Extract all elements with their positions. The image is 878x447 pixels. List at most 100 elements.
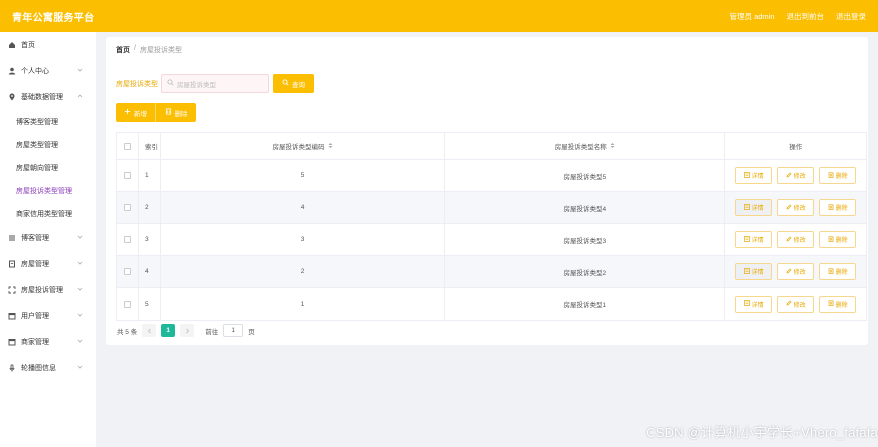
batch-delete-button[interactable]: 删除 [156, 103, 196, 122]
detail-button[interactable]: 详情 [735, 167, 773, 184]
detail-button[interactable]: 详情 [735, 263, 773, 280]
sidebar-item-house-complaint[interactable]: 房屋投诉管理 [0, 277, 96, 303]
sidebar-item-blog[interactable]: 博客管理 [0, 225, 96, 251]
delete-button[interactable]: 删除 [819, 199, 857, 216]
sidebar-item-basic-data[interactable]: 基础数据管理 [0, 84, 96, 110]
sidebar-item-label: 首页 [21, 42, 35, 49]
edit-icon [786, 300, 792, 308]
edit-button[interactable]: 修改 [777, 167, 815, 184]
delete-button[interactable]: 删除 [819, 167, 857, 184]
cell-name: 房屋投诉类型3 [445, 224, 726, 255]
top-bar: 青年公寓服务平台 管理员 admin 退出到前台 退出登录 [0, 0, 878, 32]
row-checkbox[interactable] [123, 300, 131, 308]
header-ops: 操作 [789, 144, 803, 151]
main-panel: 首页 / 房屋投诉类型 房屋投诉类型 房屋投诉类型 查询 新增 删除 索引 房屋… [106, 37, 868, 345]
exit-to-frontend-link[interactable]: 退出到前台 [787, 11, 825, 22]
sort-icon[interactable] [610, 142, 615, 151]
table-row: 5 1 房屋投诉类型1 详情 修改 删除 [117, 288, 866, 320]
sidebar-item-merchants[interactable]: 商家管理 [0, 329, 96, 355]
row-checkbox-cell [117, 224, 139, 255]
detail-icon [743, 235, 750, 244]
app-title: 青年公寓服务平台 [12, 12, 95, 24]
trash-icon [828, 267, 834, 276]
prev-page-button[interactable] [142, 324, 157, 337]
top-nav: 管理员 admin 退出到前台 退出登录 [729, 11, 866, 22]
row-checkbox[interactable] [123, 172, 131, 179]
row-checkbox[interactable] [123, 236, 131, 243]
delete-button[interactable]: 删除 [819, 295, 857, 313]
header-name[interactable]: 房屋投诉类型名称 [445, 133, 726, 159]
location-icon [8, 93, 16, 101]
submenu-complaint-type[interactable]: 房屋投诉类型管理 [0, 179, 96, 202]
chevron-down-icon [76, 259, 84, 267]
cell-index: 5 [139, 288, 161, 320]
delete-button[interactable]: 删除 [819, 263, 857, 280]
delete-label: 删除 [835, 174, 848, 180]
cell-code: 1 [161, 288, 446, 320]
total-count: 共 5 条 [117, 328, 138, 336]
logout-link[interactable]: 退出登录 [836, 11, 866, 22]
breadcrumb-current: 房屋投诉类型 [139, 47, 182, 54]
cell-index: 2 [139, 192, 161, 223]
detail-button[interactable]: 详情 [735, 199, 773, 216]
header-index: 索引 [139, 133, 161, 159]
submenu-merchant-credit-type[interactable]: 商家信用类型管理 [0, 202, 96, 225]
trash-icon [828, 171, 834, 180]
detail-label: 详情 [751, 270, 764, 276]
row-checkbox[interactable] [123, 204, 131, 211]
sidebar-item-personal-center[interactable]: 个人中心 [0, 58, 96, 84]
cell-index: 3 [139, 224, 161, 255]
edit-icon [786, 172, 792, 180]
breadcrumb-home[interactable]: 首页 [116, 45, 130, 55]
row-checkbox-cell [117, 160, 139, 191]
cell-ops: 详情 修改 删除 [725, 288, 866, 320]
sidebar-item-house[interactable]: 房屋管理 [0, 251, 96, 277]
current-user-label: 管理员 admin [729, 11, 775, 21]
sort-icon[interactable] [328, 142, 333, 151]
edit-button[interactable]: 修改 [777, 295, 815, 313]
row-checkbox-cell [117, 288, 139, 320]
edit-button[interactable]: 修改 [777, 263, 815, 280]
table-row: 3 3 房屋投诉类型3 详情 修改 删除 [117, 224, 866, 256]
table-row: 2 4 房屋投诉类型4 详情 修改 删除 [117, 192, 866, 224]
goto-page-input[interactable]: 1 [223, 324, 244, 337]
submenu-house-orientation[interactable]: 房屋朝向管理 [0, 156, 96, 179]
header-code[interactable]: 房屋投诉类型编码 [161, 133, 446, 159]
sidebar-item-carousel[interactable]: 轮播图信息 [0, 355, 96, 381]
select-all-checkbox[interactable] [123, 142, 131, 150]
search-form: 房屋投诉类型 房屋投诉类型 查询 [116, 74, 314, 93]
edit-icon [786, 204, 792, 212]
home-icon [8, 41, 16, 49]
chevron-down-icon [76, 233, 84, 241]
cell-index: 1 [139, 160, 161, 191]
search-input[interactable]: 房屋投诉类型 [161, 74, 269, 93]
submenu-blog-type[interactable]: 博客类型管理 [0, 110, 96, 133]
folder-icon [8, 338, 16, 346]
header-code-label: 房屋投诉类型编码 [272, 144, 325, 151]
sidebar-item-users[interactable]: 用户管理 [0, 303, 96, 329]
detail-button[interactable]: 详情 [735, 295, 773, 313]
cell-name: 房屋投诉类型5 [445, 160, 726, 191]
detail-label: 详情 [751, 174, 764, 180]
search-button[interactable]: 查询 [273, 74, 314, 93]
row-checkbox[interactable] [123, 268, 131, 275]
edit-button[interactable]: 修改 [777, 231, 815, 248]
chevron-down-icon [76, 311, 84, 319]
detail-icon [743, 267, 750, 276]
detail-button[interactable]: 详情 [735, 231, 773, 248]
page-number-current[interactable]: 1 [161, 324, 176, 337]
watermark: CSDN @计算机小宇学长+Vhero_fafafa [646, 425, 878, 440]
plus-icon [124, 108, 131, 117]
delete-button[interactable]: 删除 [819, 231, 857, 248]
edit-button[interactable]: 修改 [777, 199, 815, 216]
data-table: 索引 房屋投诉类型编码 房屋投诉类型名称 操作 1 5 房屋投诉类型5 详情 修… [116, 132, 867, 321]
add-button[interactable]: 新增 [116, 103, 156, 122]
cell-name: 房屋投诉类型4 [445, 192, 726, 223]
submenu-house-type[interactable]: 房屋类型管理 [0, 133, 96, 156]
next-page-button[interactable] [180, 324, 195, 337]
breadcrumb: 首页 / 房屋投诉类型 [116, 45, 182, 55]
action-bar: 新增 删除 [116, 103, 196, 122]
cell-ops: 详情 修改 删除 [725, 192, 866, 223]
search-label: 房屋投诉类型 [116, 80, 158, 88]
sidebar-item-home[interactable]: 首页 [0, 32, 96, 58]
